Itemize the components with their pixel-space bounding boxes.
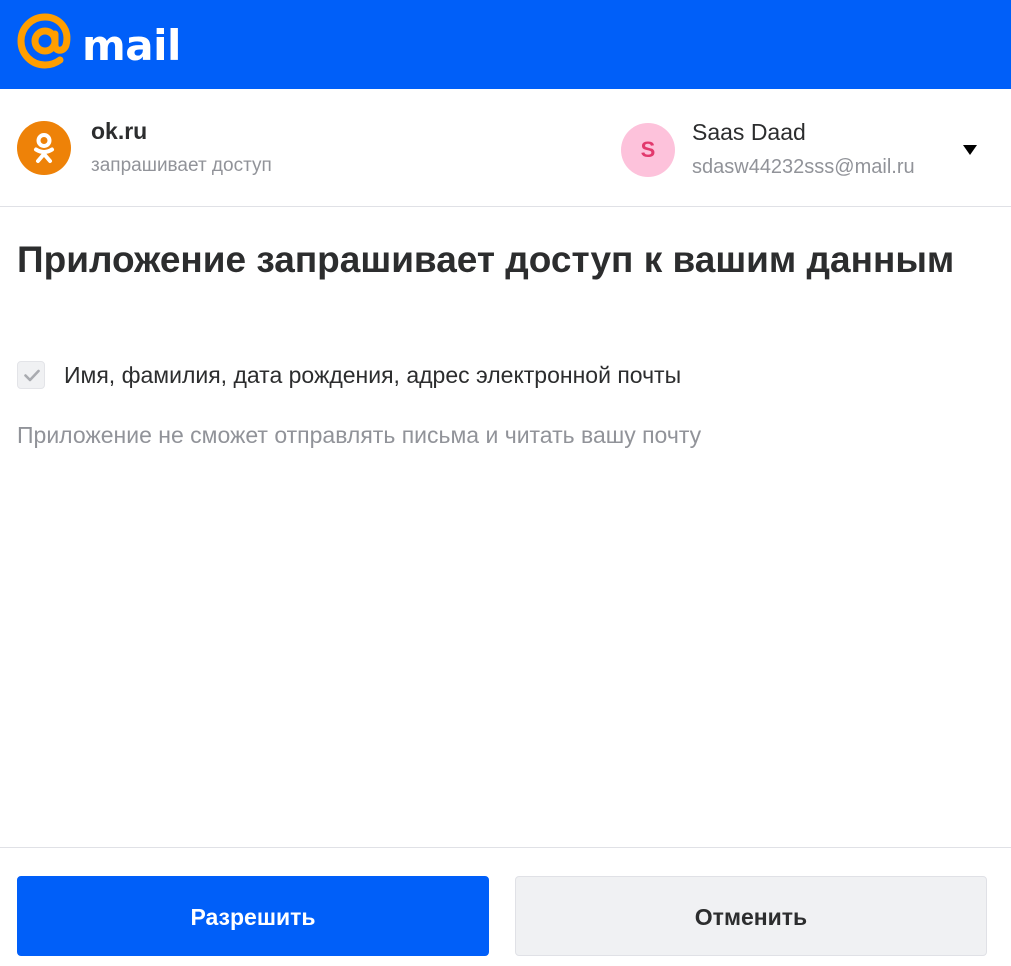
app-request-subtitle: запрашивает доступ xyxy=(91,155,272,176)
access-note: Приложение не сможет отправлять письма и… xyxy=(17,422,702,448)
permission-item: Имя, фамилия, дата рождения, адрес элект… xyxy=(17,359,917,391)
cancel-button[interactable]: Отменить xyxy=(515,876,987,956)
top-bar: mail xyxy=(0,0,1011,89)
logo-wordmark: mail xyxy=(82,21,181,70)
odnoklassniki-icon xyxy=(17,121,71,175)
account-switcher[interactable]: S Saas Daad sdasw44232sss@mail.ru xyxy=(612,109,997,187)
page-title: Приложение запрашивает доступ к вашим да… xyxy=(17,239,955,280)
oauth-consent-page: mail ok.ru запрашивает доступ S Saas Daa… xyxy=(0,0,1011,966)
allow-button[interactable]: Разрешить xyxy=(17,876,489,956)
at-sign-icon xyxy=(17,13,71,69)
permission-label: Имя, фамилия, дата рождения, адрес элект… xyxy=(64,362,682,388)
account-email: sdasw44232sss@mail.ru xyxy=(692,156,915,178)
caret-down-icon[interactable] xyxy=(963,145,977,155)
account-name: Saas Daad xyxy=(692,119,806,145)
avatar: S xyxy=(621,123,675,177)
app-name: ok.ru xyxy=(91,118,148,144)
permission-checkbox[interactable] xyxy=(17,361,45,389)
checkmark-icon xyxy=(24,369,40,382)
consent-header: ok.ru запрашивает доступ S Saas Daad sda… xyxy=(0,89,1011,207)
divider xyxy=(0,847,1011,848)
